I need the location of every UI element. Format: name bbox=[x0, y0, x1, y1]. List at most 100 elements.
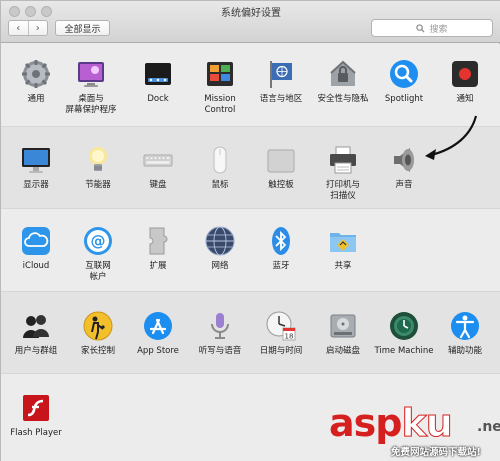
printer-icon bbox=[330, 146, 356, 174]
pane-label: 声音 bbox=[395, 180, 413, 190]
pane-label: Flash Player bbox=[10, 428, 62, 438]
pane-label: Spotlight bbox=[384, 94, 424, 104]
pane-bluetooth[interactable]: 蓝牙 bbox=[250, 225, 312, 272]
pane-desktop[interactable]: 桌面与 屏幕保护程序 bbox=[60, 58, 122, 116]
pane-label: 辅助功能 bbox=[447, 346, 482, 356]
internet-section: iCloud @ 互联网 帐户 扩展 网络 蓝牙 共享 bbox=[1, 209, 500, 291]
pane-label: 键盘 bbox=[149, 180, 167, 190]
pane-general[interactable]: 通用 bbox=[5, 58, 67, 105]
pane-time-machine[interactable]: Time Machine bbox=[373, 310, 435, 357]
pane-label: 节能器 bbox=[85, 180, 111, 190]
pane-energy[interactable]: 节能器 bbox=[67, 144, 129, 191]
pane-internet-accounts[interactable]: @ 互联网 帐户 bbox=[67, 225, 129, 283]
accessibility-icon bbox=[451, 312, 479, 340]
pane-dock[interactable]: Dock bbox=[127, 58, 189, 105]
title-bar: 系统偏好设置 ‹ › 全部显示 搜索 bbox=[1, 1, 500, 43]
pane-label: 日期与时间 bbox=[259, 346, 303, 356]
pane-label: 语言与地区 bbox=[259, 94, 303, 104]
pane-label: 鼠标 bbox=[211, 180, 229, 190]
mission-control-icon bbox=[207, 62, 233, 86]
clock-calendar-icon: 18 bbox=[266, 311, 296, 341]
pane-notifications[interactable]: 通知 bbox=[434, 58, 496, 105]
parental-controls-icon bbox=[83, 311, 113, 341]
bluetooth-icon bbox=[272, 227, 290, 255]
mouse-icon bbox=[213, 146, 227, 174]
system-preferences-window: 系统偏好设置 ‹ › 全部显示 搜索 通用 桌面与 屏幕保护程序 Dock Mi… bbox=[0, 0, 500, 461]
icloud-icon bbox=[22, 227, 50, 255]
pane-date-time[interactable]: 18 日期与时间 bbox=[250, 310, 312, 357]
pane-extensions[interactable]: 扩展 bbox=[127, 225, 189, 272]
speaker-icon bbox=[394, 148, 414, 172]
pane-label: 触控板 bbox=[268, 180, 294, 190]
window-title: 系统偏好设置 bbox=[221, 8, 281, 19]
pane-keyboard[interactable]: 键盘 bbox=[127, 144, 189, 191]
users-icon bbox=[23, 315, 49, 338]
pane-trackpad[interactable]: 触控板 bbox=[250, 144, 312, 191]
pane-label: App Store bbox=[137, 346, 179, 356]
pane-label: 通知 bbox=[456, 94, 474, 104]
back-forward-control: ‹ › bbox=[8, 20, 48, 36]
pane-label: iCloud bbox=[22, 261, 50, 271]
search-icon bbox=[416, 23, 426, 33]
pane-parental-controls[interactable]: 家长控制 bbox=[67, 310, 129, 357]
pane-label: 互联网 帐户 bbox=[85, 261, 111, 282]
pane-label: 桌面与 屏幕保护程序 bbox=[65, 94, 117, 115]
pane-label: 启动磁盘 bbox=[325, 346, 360, 356]
pane-label: 通用 bbox=[27, 94, 45, 104]
pane-label: 扩展 bbox=[149, 261, 167, 271]
pane-icloud[interactable]: iCloud bbox=[5, 225, 67, 272]
trackpad-icon bbox=[267, 149, 295, 173]
pane-network[interactable]: 网络 bbox=[189, 225, 251, 272]
app-store-icon bbox=[144, 312, 172, 340]
pane-sharing[interactable]: 共享 bbox=[312, 225, 374, 272]
pane-printers[interactable]: 打印机与 扫描仪 bbox=[312, 144, 374, 202]
pane-label: Time Machine bbox=[374, 346, 434, 356]
pane-mission-control[interactable]: Mission Control bbox=[189, 58, 251, 116]
hard-disk-icon bbox=[330, 314, 356, 338]
time-machine-icon bbox=[390, 312, 418, 340]
system-section: 用户与群组 家长控制 App Store 听写与语音 18 日期与时间 启动磁盘… bbox=[1, 291, 500, 374]
puzzle-icon bbox=[149, 227, 168, 255]
forward-button[interactable]: › bbox=[27, 21, 48, 35]
pane-dictation[interactable]: 听写与语音 bbox=[189, 310, 251, 357]
pane-label: 打印机与 扫描仪 bbox=[325, 180, 360, 201]
pointer-arrow-annotation bbox=[425, 115, 478, 160]
back-button[interactable]: ‹ bbox=[9, 21, 28, 35]
svg-text:@: @ bbox=[91, 232, 106, 250]
watermark-domain: .net bbox=[477, 419, 500, 435]
pane-mouse[interactable]: 鼠标 bbox=[189, 144, 251, 191]
search-placeholder: 搜索 bbox=[429, 24, 448, 35]
flag-icon bbox=[270, 61, 292, 88]
pane-label: 显示器 bbox=[23, 180, 49, 190]
pane-flash-player[interactable]: Flash Player bbox=[5, 392, 67, 439]
pane-label: 安全性与隐私 bbox=[317, 94, 369, 104]
pane-accessibility[interactable]: 辅助功能 bbox=[434, 310, 496, 357]
watermark-tagline: 免费网站源码下载站! bbox=[391, 447, 481, 458]
desktop-icon bbox=[78, 62, 104, 87]
spotlight-icon bbox=[390, 60, 418, 88]
lightbulb-icon bbox=[89, 147, 107, 171]
pane-label: 家长控制 bbox=[80, 346, 115, 356]
search-field[interactable]: 搜索 bbox=[371, 19, 493, 37]
pane-app-store[interactable]: App Store bbox=[127, 310, 189, 357]
keyboard-icon bbox=[143, 154, 173, 167]
site-watermark: aspku .net 免费网站源码下载站! bbox=[329, 401, 500, 461]
watermark-logo: aspku bbox=[329, 401, 453, 446]
pane-users[interactable]: 用户与群组 bbox=[5, 310, 67, 357]
pane-label: Dock bbox=[147, 94, 169, 104]
pane-label: 听写与语音 bbox=[198, 346, 242, 356]
pane-security[interactable]: 安全性与隐私 bbox=[312, 58, 374, 105]
pane-spotlight[interactable]: Spotlight bbox=[373, 58, 435, 105]
pane-label: 用户与群组 bbox=[14, 346, 58, 356]
pane-language-region[interactable]: 语言与地区 bbox=[250, 58, 312, 105]
pane-displays[interactable]: 显示器 bbox=[5, 144, 67, 191]
show-all-button[interactable]: 全部显示 bbox=[55, 20, 110, 36]
svg-text:18: 18 bbox=[285, 333, 294, 341]
pane-label: Mission Control bbox=[204, 94, 236, 115]
at-sign-icon: @ bbox=[84, 227, 112, 255]
pane-startup-disk[interactable]: 启动磁盘 bbox=[312, 310, 374, 357]
pane-label: 网络 bbox=[211, 261, 229, 271]
pane-label: 共享 bbox=[334, 261, 352, 271]
dock-icon bbox=[145, 63, 171, 85]
gear-icon bbox=[22, 60, 50, 88]
